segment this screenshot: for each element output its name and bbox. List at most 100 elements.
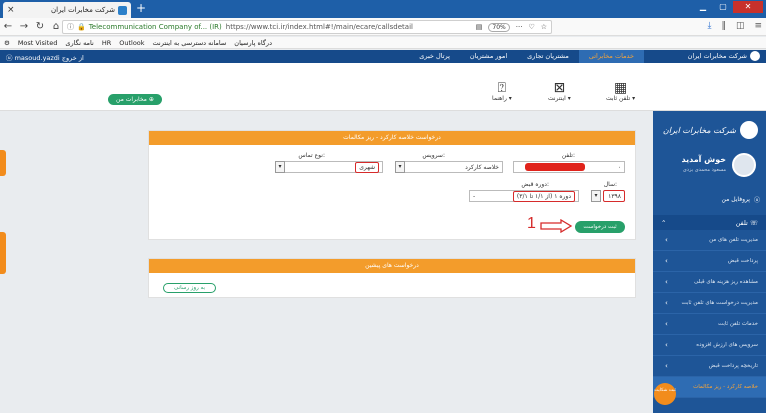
sidebar-item-my-phones[interactable]: ‹ مدیریت تلفن های من <box>653 230 766 251</box>
my-communication-button[interactable]: مخابرات من ⊕ <box>108 94 162 105</box>
menu-icon[interactable]: ≡ <box>754 21 762 31</box>
year-dropdown-icon[interactable]: ▾ <box>591 190 601 202</box>
download-icon[interactable]: ⤓ <box>707 21 711 31</box>
more-icon[interactable]: ··· <box>516 23 523 31</box>
period-select[interactable]: دوره ۱ (از ۱/۱ تا ۳/۱) - <box>469 190 579 202</box>
top-menu-news[interactable]: پرتال خبری <box>409 50 460 63</box>
chevron-left-icon: ‹ <box>665 257 668 265</box>
logout-link[interactable]: ⓤ masoud.yazdi از خروج <box>6 52 84 62</box>
period-label: دوره قبض: <box>521 181 549 188</box>
maximize-icon[interactable]: ▢ <box>713 1 733 13</box>
sidebar-profile-link[interactable]: پروفایل من ⓤ <box>722 195 761 204</box>
reload-icon[interactable]: ↻ <box>32 21 48 32</box>
service-label: سرویس: <box>422 152 445 159</box>
help-icon: ⍰ <box>497 80 507 96</box>
bookmark-most-visited[interactable]: Most Visited <box>18 39 58 47</box>
sidebar-item-payment-history[interactable]: ‹ تاریخچه پرداخت قبض <box>653 356 766 377</box>
subnav-internet[interactable]: ⊠ اینترنت ▾ <box>548 81 571 102</box>
chevron-left-icon: ‹ <box>665 236 668 244</box>
period-value: دوره ۱ (از ۱/۱ تا ۳/۱) <box>512 190 575 202</box>
request-form-panel: درخواست خلاصه کارکرد - ریز مکالمات تلفن:… <box>148 130 636 240</box>
complaint-fab-button[interactable]: ثبت شکایت <box>654 383 676 405</box>
sub-navigation: مخابرات من ⊕ ▦ تلفن ثابت ▾ ⊠ اینترنت ▾ ⍰… <box>0 63 766 111</box>
header-logo[interactable]: شرکت مخابرات ایران <box>688 51 760 61</box>
service-select[interactable]: خلاصه کارکرد <box>395 161 503 173</box>
call-type-value: شهری <box>355 161 379 173</box>
top-menu-customers[interactable]: امور مشتریان <box>460 50 517 63</box>
phone-label: تلفن: <box>561 152 575 159</box>
chevron-left-icon: ‹ <box>665 362 668 370</box>
previous-requests-header: درخواست های پیشین <box>149 259 635 273</box>
sidebar-item-pay-bill[interactable]: ‹ پرداخت قبض <box>653 251 766 272</box>
service-dropdown-icon[interactable]: ▾ <box>395 161 405 173</box>
new-tab-button[interactable]: + <box>136 2 146 14</box>
bookmark-internet-access[interactable]: سامانه دسترسی به اینترنت <box>153 39 227 47</box>
bookmark-nameh-negari[interactable]: نامه نگاری <box>65 39 93 47</box>
subnav-landline[interactable]: ▦ تلفن ثابت ▾ <box>606 81 635 102</box>
sidebar: شرکت مخابرات ایران خوش آمدید مسعود محمدی… <box>653 111 766 413</box>
chevron-left-icon: ‹ <box>665 278 668 286</box>
request-form-header: درخواست خلاصه کارکرد - ریز مکالمات <box>149 131 635 145</box>
sidebar-item-requests[interactable]: ‹ مدیریت درخواست های تلفن ثابت <box>653 293 766 314</box>
top-menu-business[interactable]: مشتریان تجاری <box>517 50 579 63</box>
left-side-tab-bottom[interactable] <box>0 232 6 274</box>
tab-close-icon[interactable]: × <box>7 5 15 15</box>
sidebar-icon[interactable]: ◫ <box>736 21 745 31</box>
sidebar-logo[interactable]: شرکت مخابرات ایران <box>663 121 758 139</box>
library-icon[interactable]: ‖ <box>721 21 726 31</box>
sidebar-item-vas[interactable]: ‹ سرویس های ارزش افزوده <box>653 335 766 356</box>
sidebar-section-phone[interactable]: ⌃ تلفن ☏ <box>653 215 766 230</box>
top-menu-telecom-services[interactable]: خدمات مخابراتی <box>578 50 644 63</box>
bookmark-parsian[interactable]: درگاه پارسیان <box>234 39 272 47</box>
browser-tab[interactable]: شرکت مخابرات ایران × <box>3 2 131 18</box>
refresh-button[interactable]: به روز رسانی <box>163 283 216 293</box>
reader-icon[interactable]: ▤ <box>476 23 483 31</box>
minimize-icon[interactable]: ▁ <box>693 1 713 13</box>
sidebar-item-previous-costs[interactable]: ‹ مشاهده ریز هزینه های قبلی <box>653 272 766 293</box>
url-bar[interactable]: ⓘ 🔒 Telecommunication Company of... (IR)… <box>62 20 552 34</box>
bookmark-gear-icon: ⚙ <box>4 38 10 47</box>
internet-icon: ⊠ <box>553 80 566 96</box>
url-site-identity[interactable]: Telecommunication Company of... (IR) <box>89 23 222 31</box>
sidebar-menu: ‹ مدیریت تلفن های من ‹ پرداخت قبض ‹ مشاهده … <box>653 230 766 398</box>
chevron-left-icon: ‹ <box>665 341 668 349</box>
back-icon[interactable]: ← <box>0 21 16 32</box>
period-extra: - <box>473 192 476 200</box>
window-controls: ▁ ▢ ✕ <box>693 1 763 13</box>
redacted-phone-number <box>525 163 585 171</box>
tab-title: شرکت مخابرات ایران <box>51 6 115 14</box>
call-type-label: نوع تماس: <box>298 152 325 159</box>
browser-navbar: ← → ↻ ⌂ ⓘ 🔒 Telecommunication Company of… <box>0 18 766 36</box>
bookmark-outlook[interactable]: Outlook <box>119 39 144 47</box>
year-label: سال: <box>603 181 617 188</box>
annotation-arrow-icon <box>540 219 573 233</box>
zoom-level[interactable]: 70% <box>488 22 510 32</box>
window-close-icon[interactable]: ✕ <box>733 1 763 13</box>
lock-icon: 🔒 <box>77 23 86 31</box>
sidebar-item-services[interactable]: ‹ خدمات تلفن ثابت <box>653 314 766 335</box>
user-name: مسعود محمدی یزدی <box>682 167 726 173</box>
user-icon: ⓤ <box>6 54 13 62</box>
year-select[interactable]: ۱۳۹۸ <box>603 190 625 202</box>
browser-titlebar: شرکت مخابرات ایران × + ▁ ▢ ✕ <box>0 0 766 18</box>
browser-toolbar-right: ⤓ ‖ ◫ ≡ <box>707 21 762 31</box>
chevron-up-icon: ⌃ <box>661 218 667 227</box>
tci-emblem-icon <box>740 121 758 139</box>
chevron-left-icon: ‹ <box>665 320 668 328</box>
url-path[interactable]: https://www.tci.ir/index.html#!/main/eca… <box>226 23 413 31</box>
phone-icon: ☏ <box>749 218 758 227</box>
bookmark-star-icon[interactable]: ☆ <box>541 23 547 31</box>
bookmark-hr[interactable]: HR <box>102 39 111 47</box>
pocket-icon[interactable]: ♡ <box>528 23 534 31</box>
subnav-help[interactable]: ⍰ راهنما ▾ <box>492 81 512 102</box>
site-favicon-icon <box>118 5 127 15</box>
submit-request-button[interactable]: ثبت درخواست <box>575 221 625 233</box>
left-side-tab-top[interactable] <box>0 150 6 176</box>
call-type-dropdown-icon[interactable]: ▾ <box>275 161 285 173</box>
forward-icon[interactable]: → <box>16 21 32 32</box>
avatar[interactable] <box>732 153 756 177</box>
previous-requests-panel: درخواست های پیشین به روز رسانی <box>148 258 636 298</box>
info-icon[interactable]: ⓘ <box>67 22 74 32</box>
app-header: ⓤ masoud.yazdi از خروج خدمات مخابراتی مش… <box>0 50 766 63</box>
call-type-select[interactable]: شهری <box>275 161 383 173</box>
